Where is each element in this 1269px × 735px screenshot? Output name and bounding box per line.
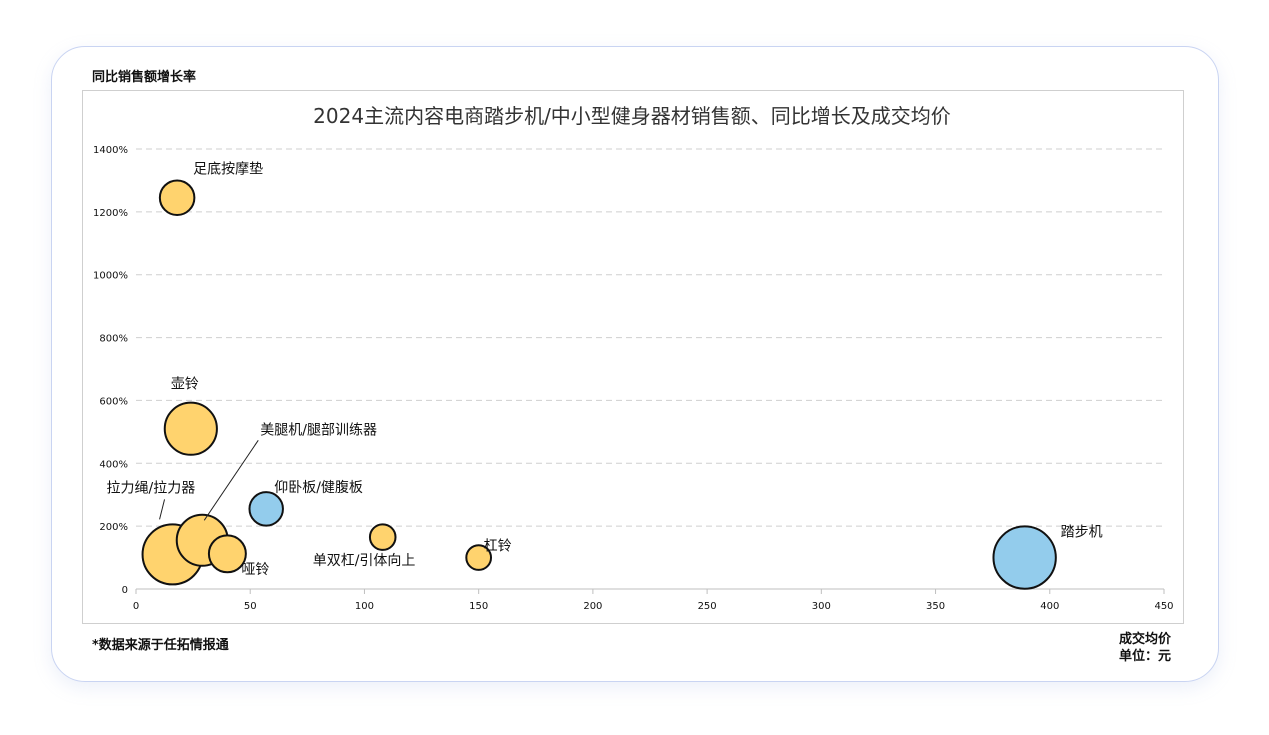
bubble-label: 杠铃: [484, 539, 512, 555]
bubble-label: 美腿机/腿部训练器: [260, 422, 377, 438]
bubble: [992, 525, 1057, 590]
bubble: [207, 534, 247, 574]
y-tick-label: 1000%: [93, 271, 128, 282]
bubble: [158, 179, 196, 216]
x-tick-label: 250: [698, 601, 717, 612]
y-tick-label: 800%: [99, 334, 128, 345]
y-tick-label: 0: [122, 585, 128, 596]
bubble-label: 踏步机: [1061, 525, 1103, 541]
data-source-note: *数据来源于任拓情报通: [92, 638, 229, 653]
x-axis-unit: 单位：元: [1118, 649, 1171, 664]
x-tick-label: 400: [1040, 601, 1059, 612]
x-tick-label: 150: [469, 601, 488, 612]
x-tick-label: 450: [1154, 601, 1173, 612]
x-tick-label: 0: [133, 601, 139, 612]
bubble-label: 拉力绳/拉力器: [107, 480, 196, 496]
x-axis-label: 成交均价: [1118, 632, 1171, 647]
x-tick-label: 350: [926, 601, 945, 612]
x-tick-label: 200: [583, 601, 602, 612]
y-tick-label: 1200%: [93, 208, 128, 219]
bubble: [368, 523, 397, 551]
bubble-label: 哑铃: [241, 562, 269, 578]
y-tick-label: 400%: [99, 459, 128, 470]
bubble-chart: 0 200% 400% 600% 800% 1000% 1200% 1400% 0 50 100 15…: [93, 145, 1174, 612]
y-tick-label: 1400%: [93, 145, 128, 156]
x-tick-label: 300: [812, 601, 831, 612]
bubble-label: 仰卧板/健腹板: [274, 479, 363, 496]
y-tick-label: 600%: [99, 396, 128, 407]
bubble: [163, 401, 218, 456]
leader-line: [159, 499, 166, 520]
y-tick-label: 200%: [99, 522, 128, 533]
bubble-label: 单双杠/引体向上: [313, 553, 416, 569]
x-tick-label: 100: [355, 601, 374, 612]
bubble: [248, 491, 284, 527]
bubble-label: 足底按摩垫: [193, 161, 263, 178]
bubble-label: 壶铃: [171, 377, 199, 393]
x-axis-title: 成交均价 单位：元: [1086, 631, 1171, 665]
x-tick-label: 50: [244, 601, 257, 612]
